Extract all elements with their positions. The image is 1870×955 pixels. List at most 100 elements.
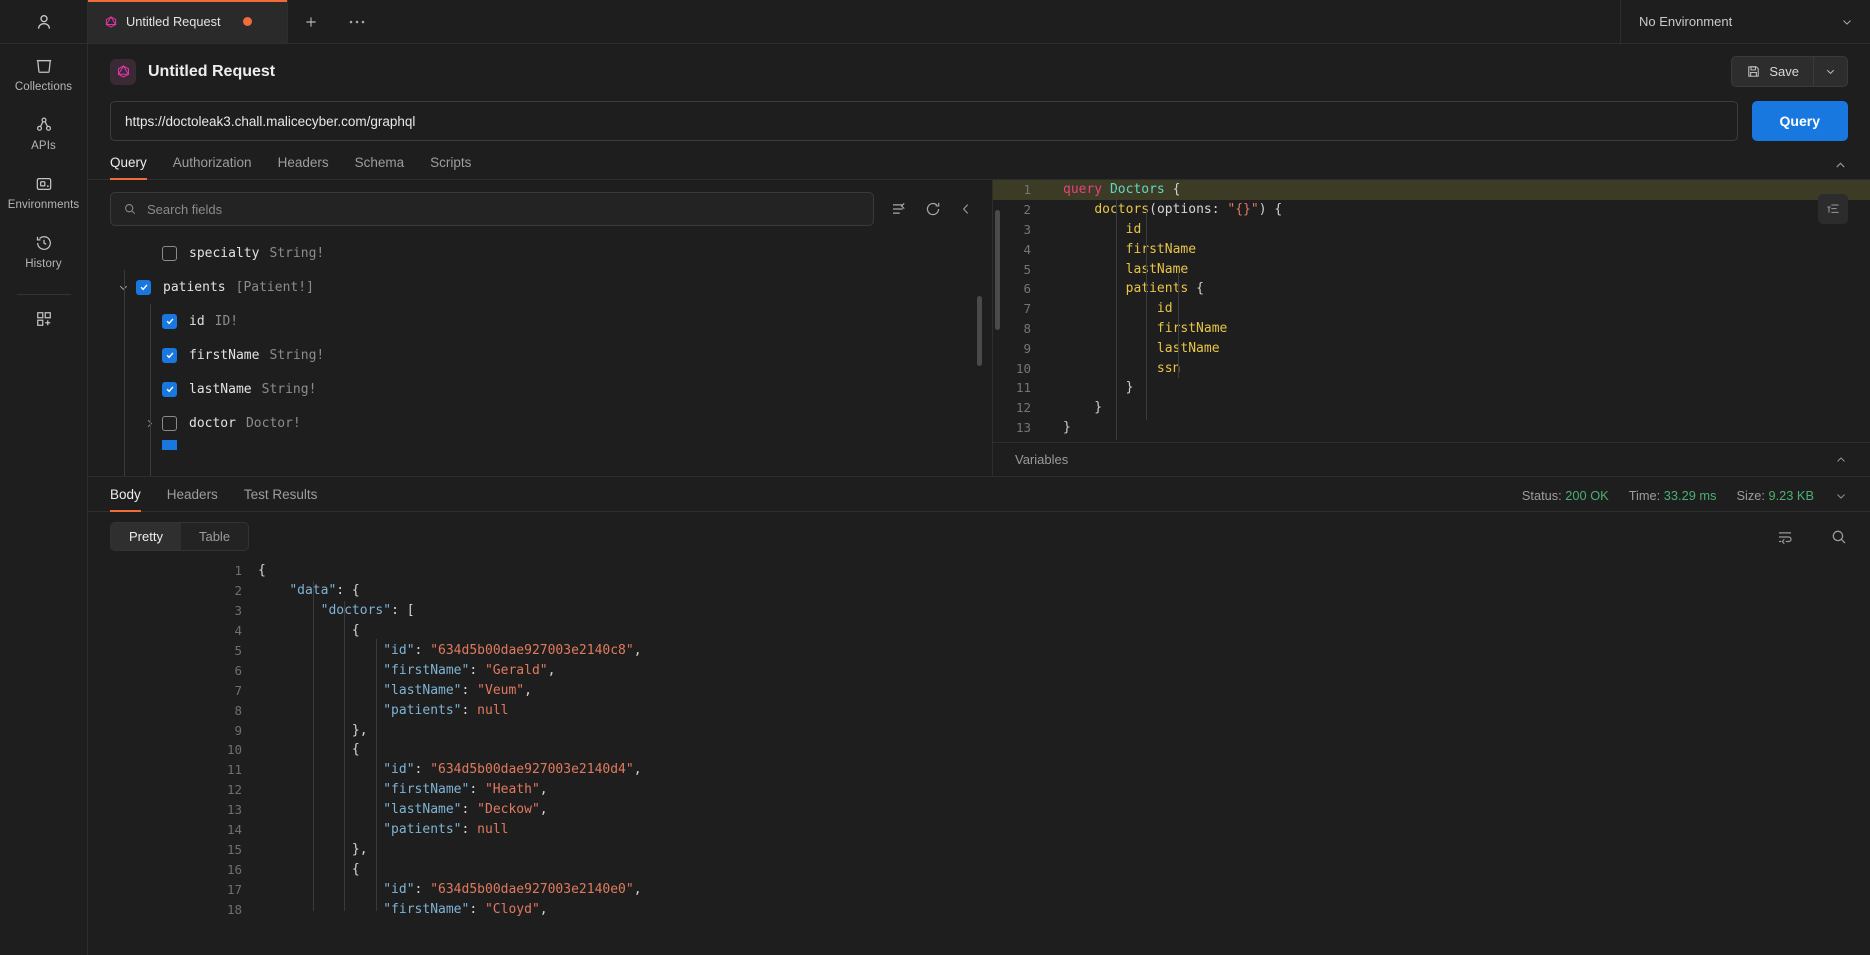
- line-number: 1: [1023, 182, 1031, 198]
- field-checkbox-doctor[interactable]: [162, 415, 177, 431]
- chevron-down-icon[interactable]: [110, 281, 136, 294]
- send-query-button[interactable]: Query: [1751, 101, 1848, 141]
- refresh-icon[interactable]: [924, 200, 942, 218]
- code-content: "id": "634d5b00dae927003e2140d4",: [383, 762, 642, 778]
- sidebar-item-apis[interactable]: APIs: [0, 103, 87, 162]
- search-input[interactable]: Search fields: [110, 192, 874, 226]
- tab-test-results[interactable]: Test Results: [244, 487, 318, 511]
- line-number: 6: [234, 662, 242, 678]
- tab-body[interactable]: Body: [110, 487, 141, 512]
- environment-value: No Environment: [1639, 14, 1733, 29]
- size-value: 9.23 KB: [1768, 488, 1814, 503]
- new-tab-button[interactable]: [288, 0, 334, 43]
- code-line: 1 query Doctors {: [993, 180, 1870, 200]
- filter-icon[interactable]: [890, 200, 908, 218]
- collapse-request-button[interactable]: [1833, 158, 1848, 179]
- tab-headers[interactable]: Headers: [278, 155, 329, 179]
- tab-scripts[interactable]: Scripts: [430, 155, 471, 179]
- query-editor[interactable]: 1 query Doctors {2 doctors(options: "{}")…: [993, 180, 1870, 442]
- tab-schema[interactable]: Schema: [355, 155, 405, 179]
- sidebar-label-apis: APIs: [31, 140, 56, 152]
- json-indent-guide: [313, 581, 314, 911]
- query-editor-panel: 1 query Doctors {2 doctors(options: "{}")…: [993, 180, 1870, 476]
- code-content: lastName: [1156, 340, 1220, 356]
- environment-selector[interactable]: No Environment: [1620, 0, 1870, 43]
- variables-bar[interactable]: Variables: [993, 442, 1870, 476]
- response-status: Status: 200 OK Time: 33.29 ms Size: 9.23…: [1522, 488, 1848, 511]
- save-button[interactable]: Save: [1731, 56, 1814, 87]
- field-name: specialty: [189, 245, 260, 261]
- word-wrap-icon[interactable]: [1776, 528, 1794, 546]
- json-lines: 1{2 "data": {3 "doctors": [4 {5 "id": "6…: [88, 561, 1870, 919]
- check-icon: [166, 386, 173, 393]
- new-icon: [34, 309, 54, 329]
- history-icon: [34, 233, 54, 253]
- field-row-partial[interactable]: [110, 440, 992, 450]
- save-options-button[interactable]: [1814, 56, 1848, 87]
- chevron-right-icon[interactable]: [136, 417, 162, 430]
- view-table[interactable]: Table: [181, 523, 248, 550]
- sidebar-item-history[interactable]: History: [0, 221, 87, 280]
- field-checkbox-partial[interactable]: [162, 440, 177, 450]
- code-line: 10 {: [88, 740, 1870, 760]
- code-content: firstName: [1156, 320, 1228, 336]
- check-icon: [166, 352, 173, 359]
- chevron-up-icon: [1836, 162, 1845, 168]
- graphql-icon: [104, 15, 118, 29]
- line-number: 2: [1023, 202, 1031, 218]
- code-content: "firstName": "Heath",: [383, 782, 548, 798]
- field-checkbox-specialty[interactable]: [162, 245, 177, 261]
- line-number: 14: [226, 822, 242, 838]
- request-tab[interactable]: Untitled Request: [88, 0, 288, 43]
- code-content: }: [1063, 380, 1134, 396]
- chevron-up-icon[interactable]: [1834, 453, 1848, 467]
- tree-scrollbar[interactable]: [977, 296, 982, 366]
- tab-authorization[interactable]: Authorization: [173, 155, 252, 179]
- sidebar-item-collections[interactable]: Collections: [0, 44, 87, 103]
- code-line: 13}: [993, 418, 1870, 438]
- line-number: 7: [1023, 301, 1031, 317]
- line-number: 7: [234, 682, 242, 698]
- code-line: 9 lastName: [993, 338, 1870, 358]
- request-body: Search fields specialty String! patients…: [88, 180, 1870, 477]
- field-row-patients[interactable]: patients [Patient!]: [110, 270, 992, 304]
- tab-options-button[interactable]: [334, 0, 380, 43]
- field-checkbox-id[interactable]: [162, 313, 177, 329]
- field-type: String!: [261, 381, 317, 397]
- code-content: "data": {: [289, 583, 360, 599]
- sidebar-item-new[interactable]: [0, 297, 87, 339]
- line-number: 17: [226, 881, 242, 897]
- code-line: 7 id: [993, 299, 1870, 319]
- field-row-firstname[interactable]: firstName String!: [110, 338, 992, 372]
- field-checkbox-patients[interactable]: [136, 279, 151, 295]
- chevron-left-icon[interactable]: [958, 201, 974, 217]
- tab-query[interactable]: Query: [110, 155, 147, 180]
- editor-scrollbar[interactable]: [995, 210, 1000, 330]
- request-header-actions: Save: [1731, 56, 1848, 87]
- code-line: 12 }: [993, 398, 1870, 418]
- size-label: Size:: [1736, 488, 1765, 503]
- code-line: 13 "lastName": "Deckow",: [88, 800, 1870, 820]
- field-row-id[interactable]: id ID!: [110, 304, 992, 338]
- field-row-doctor[interactable]: doctor Doctor!: [110, 406, 992, 440]
- editor-indent-guide: [1116, 190, 1117, 440]
- code-content: ssn: [1156, 360, 1181, 376]
- field-row-specialty[interactable]: specialty String!: [110, 236, 992, 270]
- tab-response-headers[interactable]: Headers: [167, 487, 218, 511]
- rail-item-user[interactable]: [0, 0, 87, 44]
- format-icon[interactable]: [1818, 194, 1848, 224]
- sidebar-label-history: History: [25, 258, 62, 270]
- url-input[interactable]: https://doctoleak3.chall.malicecyber.com…: [110, 101, 1738, 141]
- search-icon[interactable]: [1830, 528, 1848, 546]
- sidebar-item-environments[interactable]: Environments: [0, 162, 87, 221]
- field-row-lastname[interactable]: lastName String!: [110, 372, 992, 406]
- unsaved-indicator: [242, 17, 252, 26]
- line-number: 5: [1023, 261, 1031, 277]
- search-placeholder: Search fields: [147, 201, 223, 217]
- view-pretty[interactable]: Pretty: [111, 523, 181, 550]
- response-body[interactable]: 1{2 "data": {3 "doctors": [4 {5 "id": "6…: [88, 559, 1870, 955]
- url-value: https://doctoleak3.chall.malicecyber.com…: [125, 113, 416, 129]
- field-checkbox-lastname[interactable]: [162, 381, 177, 397]
- field-checkbox-firstname[interactable]: [162, 347, 177, 363]
- chevron-down-icon[interactable]: [1834, 489, 1848, 503]
